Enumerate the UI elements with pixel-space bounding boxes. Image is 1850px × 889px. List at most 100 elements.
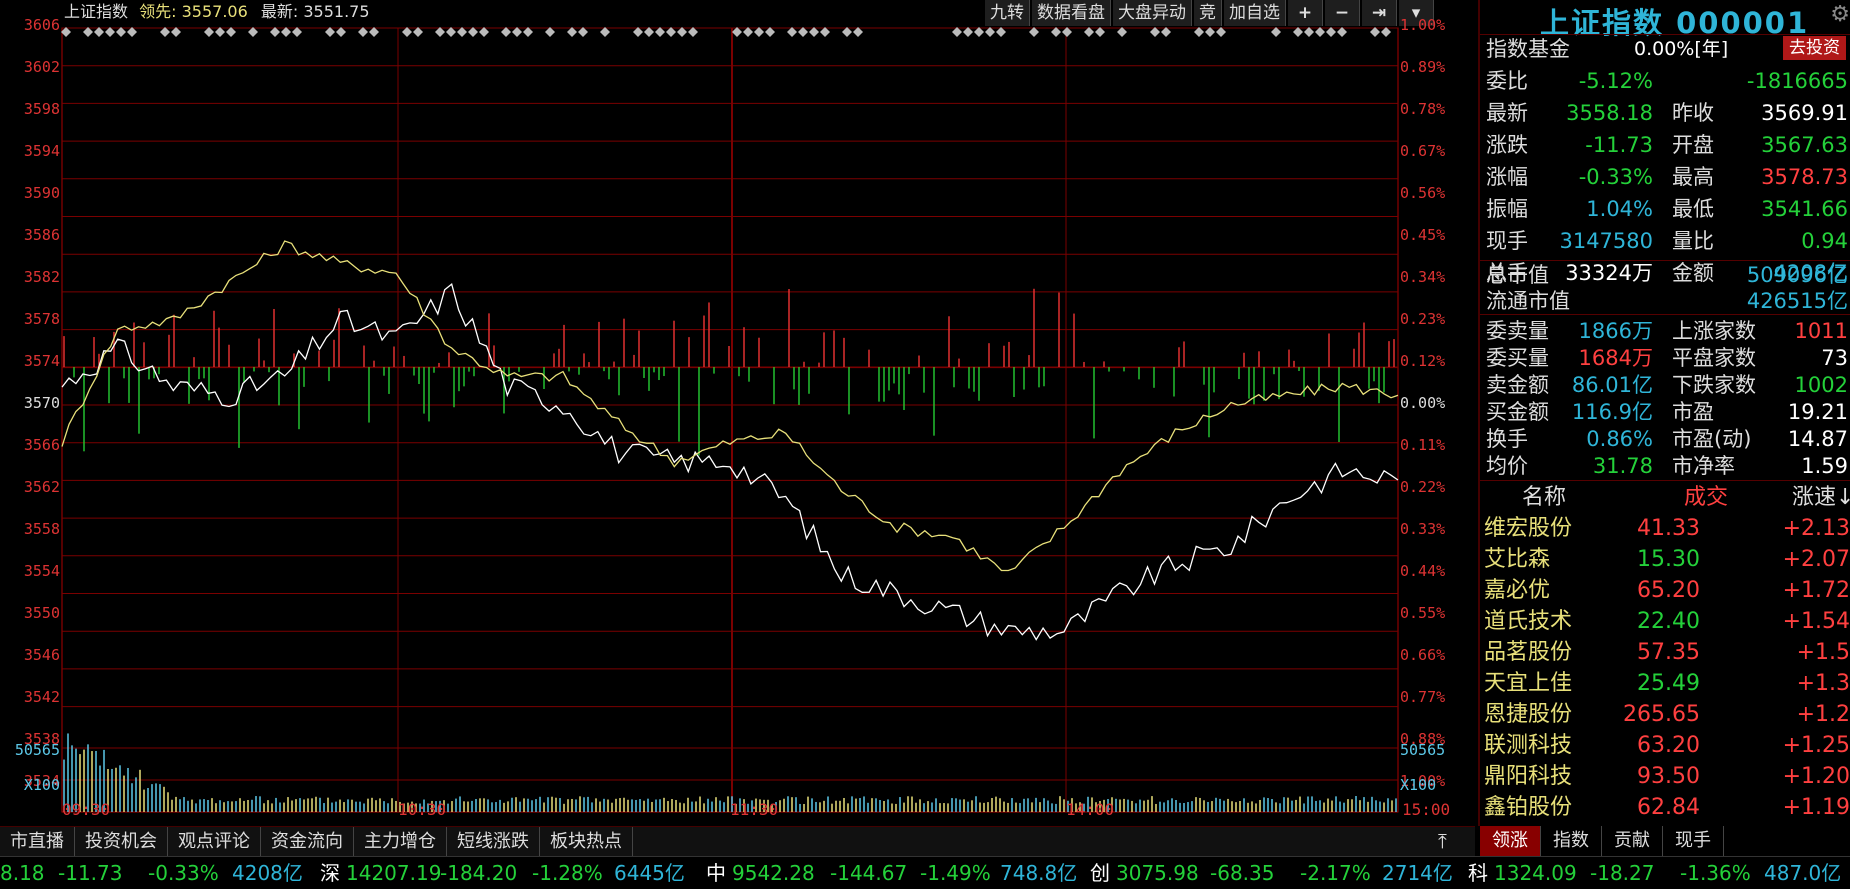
stock-row[interactable]: 艾比森 15.30 +2.07 bbox=[1484, 544, 1850, 575]
stock-row[interactable]: 恩捷股份 265.65 +1.2 bbox=[1484, 699, 1850, 730]
col-speed-label: 涨速 bbox=[1792, 485, 1837, 510]
y-tick-right: 0.67% bbox=[1400, 142, 1446, 160]
intraday-chart[interactable] bbox=[0, 0, 1475, 826]
stat-label: 下跌家数 bbox=[1672, 373, 1756, 397]
volume-max-left: 50565 bbox=[14, 741, 60, 759]
auction-button[interactable]: 竞 bbox=[1194, 0, 1222, 26]
minus-icon[interactable]: − bbox=[1325, 0, 1360, 26]
col-volume[interactable]: 成交 bbox=[1684, 482, 1728, 513]
stock-speed: +1.19 bbox=[1782, 795, 1850, 820]
tab-short-moves[interactable]: 短线涨跌 bbox=[447, 827, 540, 857]
y-tick-left: 3566 bbox=[23, 436, 60, 454]
stock-row[interactable]: 鼎阳科技 93.50 +1.20 bbox=[1484, 761, 1850, 792]
y-tick-left: 3578 bbox=[23, 310, 60, 328]
ticker-item: 创 bbox=[1090, 861, 1110, 885]
tab-index[interactable]: 指数 bbox=[1541, 826, 1602, 856]
price-line bbox=[61, 282, 1399, 641]
stat-label: 委卖量 bbox=[1486, 319, 1549, 343]
stat-value: 3541.66 bbox=[1761, 197, 1848, 221]
stock-name: 艾比森 bbox=[1484, 547, 1551, 572]
ticker-item: -1.28% bbox=[532, 861, 603, 885]
y-tick-right: 0.77% bbox=[1400, 688, 1446, 706]
stat-label: 平盘家数 bbox=[1672, 346, 1756, 370]
stat-row: 委比 -5.12% -1816665 bbox=[1486, 66, 1848, 96]
tab-leading[interactable]: 领涨 bbox=[1480, 826, 1541, 856]
ticker-item: -2.17% bbox=[1300, 861, 1371, 885]
ticker-item: -144.67 bbox=[830, 861, 908, 885]
order-row: 委买量 1684万 平盘家数 73 bbox=[1486, 345, 1848, 372]
panel-tabs: 领涨 指数 贡献 现手 bbox=[1480, 826, 1850, 856]
stock-price: 62.84 bbox=[1637, 795, 1700, 820]
stock-row[interactable]: 鑫铂股份 62.84 +1.19 bbox=[1484, 792, 1850, 823]
plus-icon[interactable]: + bbox=[1288, 0, 1323, 26]
stock-name: 恩捷股份 bbox=[1484, 702, 1573, 727]
stock-price: 63.20 bbox=[1637, 733, 1700, 758]
ticker-item: 3075.98 bbox=[1116, 861, 1199, 885]
tab-main-increase[interactable]: 主力增仓 bbox=[354, 827, 447, 857]
stock-row[interactable]: 品茗股份 57.35 +1.5 bbox=[1484, 637, 1850, 668]
volume-unit-left: X100 bbox=[23, 776, 60, 794]
pin-arrow-icon[interactable]: ⇥ bbox=[1362, 0, 1397, 26]
stock-row[interactable]: 嘉必优 65.20 +1.72 bbox=[1484, 575, 1850, 606]
tab-current-hand[interactable]: 现手 bbox=[1663, 826, 1724, 856]
tab-contribution[interactable]: 贡献 bbox=[1602, 826, 1663, 856]
stat-label: 委比 bbox=[1486, 69, 1528, 93]
y-tick-left: 3594 bbox=[23, 142, 60, 160]
collapse-up-icon[interactable]: ⤒ bbox=[1438, 826, 1447, 856]
stat-row: 现手 3147580 量比 0.94 bbox=[1486, 226, 1848, 256]
add-watchlist-button[interactable]: 加自选 bbox=[1224, 0, 1286, 26]
invest-button[interactable]: 去投资 bbox=[1783, 36, 1846, 60]
gear-icon[interactable]: ⚙ bbox=[1830, 2, 1850, 27]
stat-label: 涨跌 bbox=[1486, 133, 1528, 157]
ticker-item: 科 bbox=[1468, 861, 1488, 885]
stock-speed: +2.13 bbox=[1782, 516, 1850, 541]
tab-money-flow[interactable]: 资金流向 bbox=[261, 827, 354, 857]
stat-row: 涨幅 -0.33% 最高 3578.73 bbox=[1486, 162, 1848, 192]
intraday-chart-area[interactable]: 上证指数 领先: 3557.06 最新: 3551.75 九转 数据看盘 大盘异… bbox=[0, 0, 1475, 826]
y-tick-right: 0.12% bbox=[1400, 352, 1446, 370]
stock-row[interactable]: 天宜上佳 25.49 +1.3 bbox=[1484, 668, 1850, 699]
stat-label: 上涨家数 bbox=[1672, 319, 1756, 343]
y-tick-left: 3558 bbox=[23, 520, 60, 538]
jiuzhuan-button[interactable]: 九转 bbox=[985, 0, 1030, 26]
y-tick-right: 0.56% bbox=[1400, 184, 1446, 202]
stock-speed: +1.54 bbox=[1782, 609, 1850, 634]
ticker-item: 6445亿 bbox=[614, 861, 685, 885]
latest-label: 最新: bbox=[260, 2, 299, 21]
stock-price: 41.33 bbox=[1637, 516, 1700, 541]
y-tick-right: 0.78% bbox=[1400, 100, 1446, 118]
tab-opportunity[interactable]: 投资机会 bbox=[75, 827, 168, 857]
tab-sector-hot[interactable]: 板块热点 bbox=[540, 827, 633, 857]
ticker-item: 8.18 bbox=[0, 861, 45, 885]
ticker-item: 深 bbox=[320, 861, 340, 885]
ticker-item: 14207.19 bbox=[346, 861, 442, 885]
stock-row[interactable]: 道氏技术 22.40 +1.54 bbox=[1484, 606, 1850, 637]
bottom-tab-bar: 市直播 投资机会 观点评论 资金流向 主力增仓 短线涨跌 板块热点 bbox=[0, 826, 1475, 857]
stat-label: 最高 bbox=[1672, 165, 1714, 189]
stock-row[interactable]: 维宏股份 41.33 +2.13 bbox=[1484, 513, 1850, 544]
stock-price: 57.35 bbox=[1637, 640, 1700, 665]
stat-value: 86.01亿 bbox=[1571, 373, 1653, 397]
y-tick-right: 0.23% bbox=[1400, 310, 1446, 328]
chart-header: 上证指数 领先: 3557.06 最新: 3551.75 bbox=[64, 0, 370, 24]
stock-row[interactable]: 联测科技 63.20 +1.25 bbox=[1484, 730, 1850, 761]
stat-value: 509096亿 bbox=[1746, 263, 1848, 287]
stock-name: 联测科技 bbox=[1484, 733, 1573, 758]
leading-label: 领先: bbox=[139, 2, 177, 21]
tab-live[interactable]: 市直播 bbox=[0, 827, 75, 857]
tab-comments[interactable]: 观点评论 bbox=[168, 827, 261, 857]
order-row: 换手 0.86% 市盈(动) 14.87 bbox=[1486, 426, 1848, 453]
y-tick-left: 3598 bbox=[23, 100, 60, 118]
col-speed[interactable]: 涨速↓ bbox=[1792, 482, 1850, 513]
time-label-0930: 09:30 bbox=[62, 800, 111, 819]
stock-speed: +1.72 bbox=[1782, 578, 1850, 603]
data-view-button[interactable]: 数据看盘 bbox=[1032, 0, 1111, 26]
stat-label: 市盈 bbox=[1672, 400, 1714, 424]
market-alert-button[interactable]: 大盘异动 bbox=[1113, 0, 1192, 26]
y-tick-right: 0.11% bbox=[1400, 436, 1446, 454]
stat-label: 市净率 bbox=[1672, 454, 1735, 478]
stock-price: 93.50 bbox=[1637, 764, 1700, 789]
stock-speed: +1.20 bbox=[1782, 764, 1850, 789]
stock-price: 22.40 bbox=[1637, 609, 1700, 634]
y-tick-right: 0.34% bbox=[1400, 268, 1446, 286]
